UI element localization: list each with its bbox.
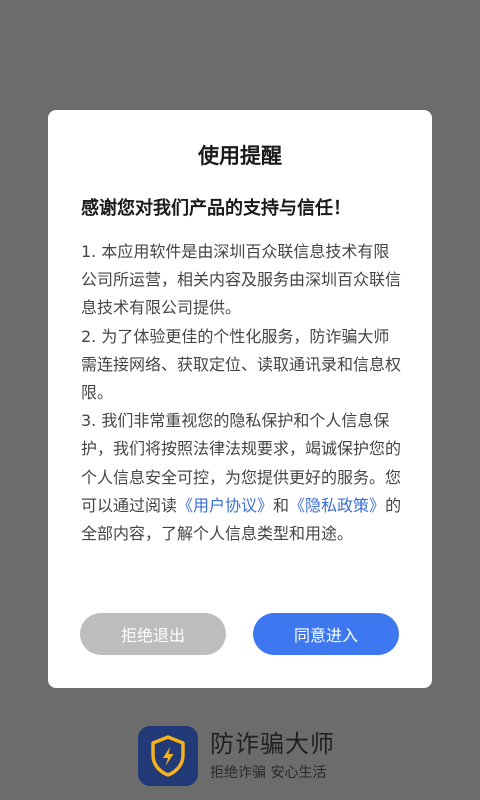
reject-exit-button[interactable]: 拒绝退出 [80,613,226,655]
splash-brand: 防诈骗大师 拒绝诈骗 安心生活 [138,726,335,786]
notice-item-1: 1. 本应用软件是由深圳百众联信息技术有限公司所运营，相关内容及服务由深圳百众联… [81,242,402,318]
dialog-subtitle: 感谢您对我们产品的支持与信任！ [81,198,351,219]
dialog-title: 使用提醒 [198,144,282,168]
notice-item-2: 2. 为了体验更佳的个性化服务，防诈骗大师需连接网络、获取定位、读取通讯录和信息… [81,326,402,403]
privacy-policy-link[interactable]: 《隐私政策》 [289,496,385,515]
user-agreement-link[interactable]: 《用户协议》 [177,496,273,515]
shield-lightning-icon [151,735,185,777]
notice-item-3-and: 和 [273,495,290,515]
usage-reminder-dialog: 使用提醒 感谢您对我们产品的支持与信任！ 1. 本应用软件是由深圳百众联信息技术… [48,110,432,688]
app-name: 防诈骗大师 [210,730,335,758]
notice-item-3: 3. 我们非常重视您的隐私保护和个人信息保护，我们将按照法律法规要求，竭诚保护您… [81,407,403,548]
app-slogan: 拒绝诈骗 安心生活 [210,765,327,781]
agree-enter-button[interactable]: 同意进入 [253,613,399,655]
app-logo [138,726,198,786]
dialog-body: 1. 本应用软件是由深圳百众联信息技术有限公司所运营，相关内容及服务由深圳百众联… [81,238,403,548]
brand-text: 防诈骗大师 拒绝诈骗 安心生活 [210,728,335,784]
